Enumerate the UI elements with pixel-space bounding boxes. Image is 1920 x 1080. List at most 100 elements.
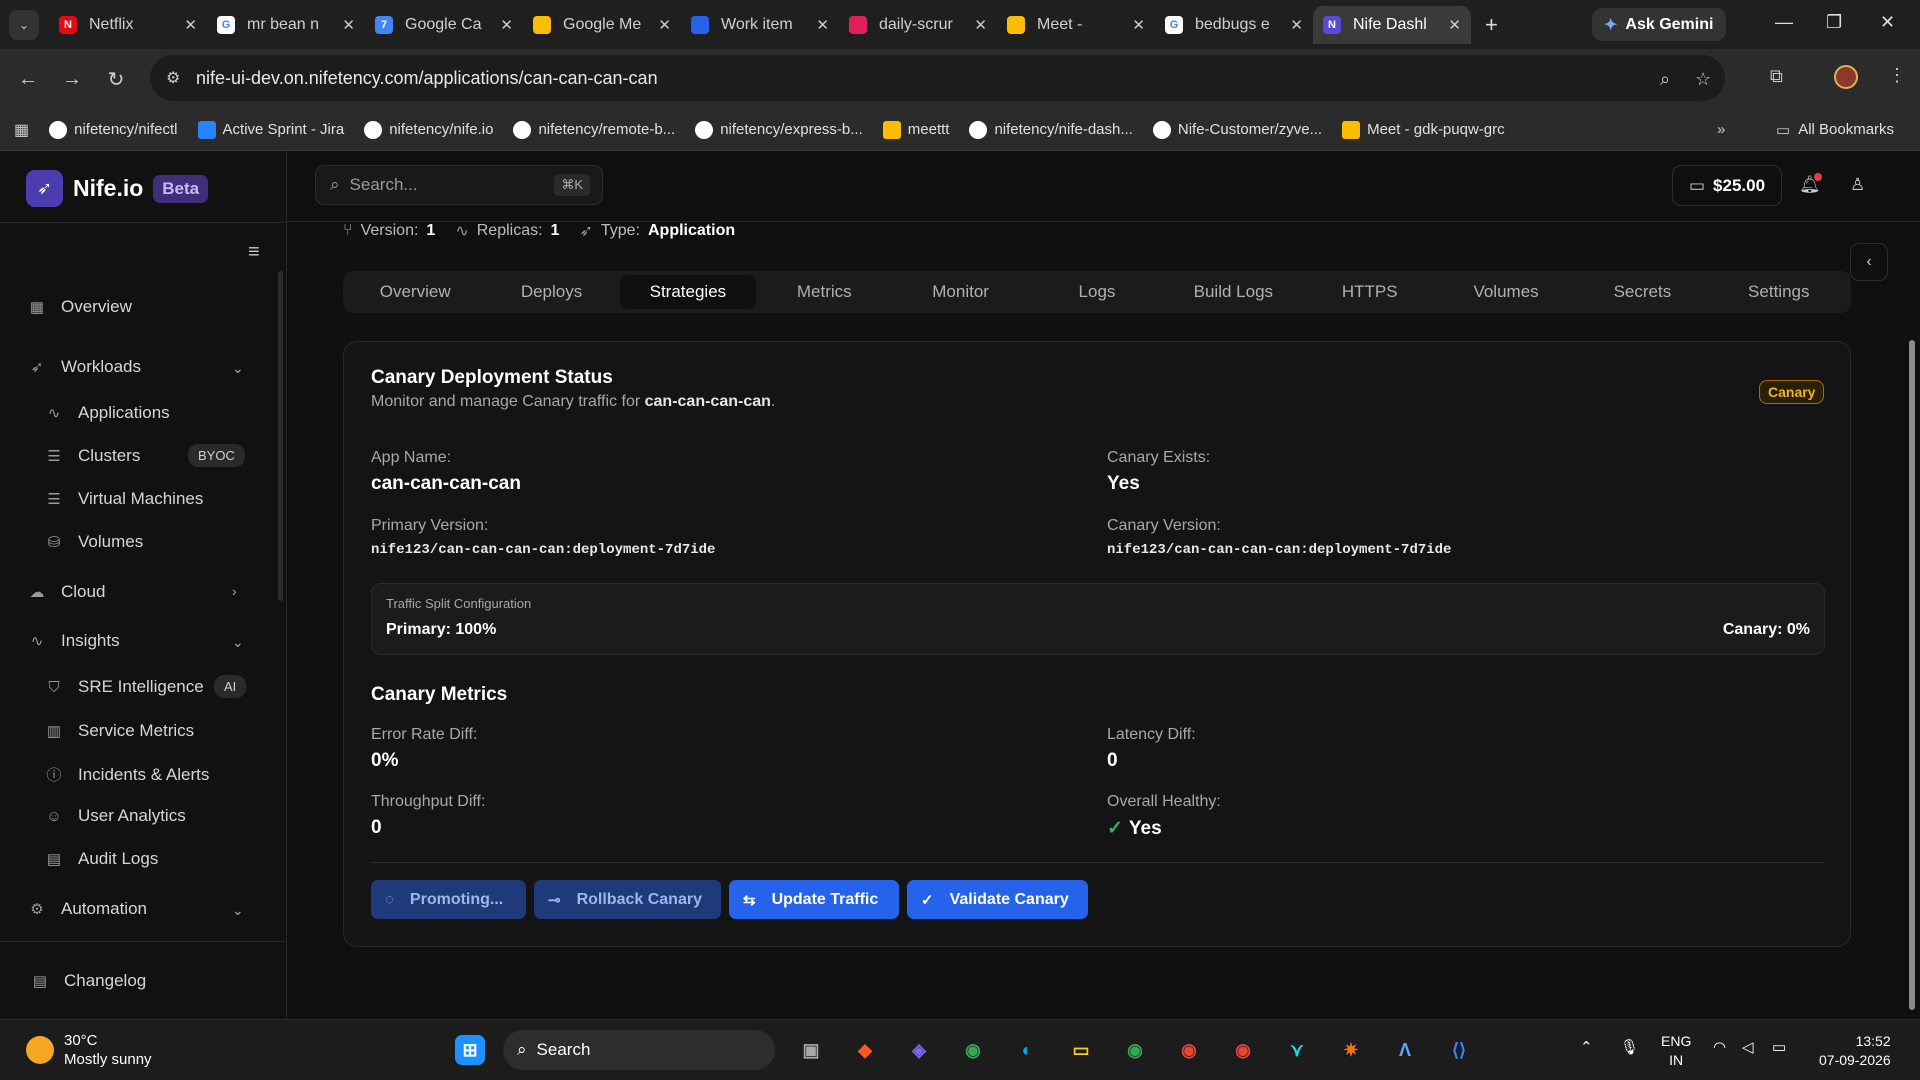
copilot-icon[interactable]: ◈: [901, 1032, 937, 1068]
sidebar-item-applications[interactable]: ∿ Applications: [44, 403, 170, 423]
chrome-icon[interactable]: ◉: [1171, 1032, 1207, 1068]
rollback-canary-button[interactable]: ⊸ Rollback Canary: [534, 880, 721, 919]
chevron-left-icon[interactable]: ‹: [1850, 243, 1888, 281]
extensions-icon[interactable]: ⧉: [1770, 66, 1783, 87]
close-window-icon[interactable]: ✕: [1880, 12, 1895, 33]
task-view-icon[interactable]: ▣: [793, 1032, 829, 1068]
new-tab-icon[interactable]: +: [1485, 12, 1498, 38]
close-tab-icon[interactable]: ✕: [184, 16, 197, 34]
tab-overview[interactable]: Overview: [347, 275, 483, 309]
site-info-icon[interactable]: ⚙: [166, 68, 180, 88]
tab-secrets[interactable]: Secrets: [1574, 275, 1710, 309]
tab-build-logs[interactable]: Build Logs: [1165, 275, 1301, 309]
browser-tab[interactable]: Gbedbugs e ✕: [1155, 6, 1313, 44]
sidebar-item-service-metrics[interactable]: ▥ Service Metrics: [44, 721, 194, 741]
bookmark-item[interactable]: meettt: [882, 120, 949, 139]
hamburger-icon[interactable]: ≡: [248, 241, 260, 264]
browser-tab[interactable]: 7 Google Ca ✕: [365, 6, 523, 44]
ask-gemini-button[interactable]: ✦ Ask Gemini: [1592, 8, 1726, 41]
weather-widget[interactable]: 30°C Mostly sunny: [26, 1031, 152, 1069]
user-icon[interactable]: ♙: [1850, 175, 1865, 195]
close-tab-icon[interactable]: ✕: [500, 16, 513, 34]
tab-deploys[interactable]: Deploys: [483, 275, 619, 309]
browser-tab[interactable]: daily-scrur ✕: [839, 6, 997, 44]
bookmark-item[interactable]: nifetency/remote-b...: [513, 120, 675, 139]
sidebar-group-insights[interactable]: ∿ Insights: [27, 631, 120, 651]
sidebar-item-sre-intelligence[interactable]: ⛉ SRE Intelligence: [44, 677, 203, 697]
taskbar-search[interactable]: ⌕ Search: [503, 1030, 775, 1070]
sidebar-item-user-analytics[interactable]: ☺ User Analytics: [44, 806, 185, 826]
sidebar-item-audit-logs[interactable]: ▤ Audit Logs: [44, 849, 158, 869]
browser-tab[interactable]: Google Me ✕: [523, 6, 681, 44]
sidebar-item-virtual-machines[interactable]: ☰ Virtual Machines: [44, 489, 203, 509]
sidebar-item-clusters[interactable]: ☰ Clusters: [44, 446, 140, 466]
bookmark-item[interactable]: nifetency/nife-dash...: [969, 120, 1133, 139]
file-explorer-icon[interactable]: ▭: [1063, 1032, 1099, 1068]
profile-avatar[interactable]: [1834, 65, 1858, 89]
claude-icon[interactable]: ✷: [1333, 1032, 1369, 1068]
bookmark-item[interactable]: nifetency/nife.io: [364, 120, 493, 139]
sidebar-group-automation[interactable]: ⚙ Automation: [27, 899, 147, 919]
sidebar-item-overview[interactable]: ▦ Overview: [27, 297, 132, 317]
bookmark-item[interactable]: nifetency/express-b...: [695, 120, 863, 139]
chevron-down-icon[interactable]: ⌄: [232, 902, 244, 919]
chevron-up-icon[interactable]: ⌃: [1580, 1038, 1593, 1056]
chrome-icon[interactable]: ◉: [1225, 1032, 1261, 1068]
chevron-right-icon[interactable]: ›: [232, 583, 237, 599]
tab-https[interactable]: HTTPS: [1302, 275, 1438, 309]
browser-tab[interactable]: N Nife Dashl ✕: [1313, 5, 1471, 44]
tab-logs[interactable]: Logs: [1029, 275, 1165, 309]
chevron-down-icon[interactable]: ⌄: [232, 634, 244, 651]
browser-tab[interactable]: Work item ✕: [681, 6, 839, 44]
sidebar-scrollbar[interactable]: [278, 271, 283, 601]
all-bookmarks-button[interactable]: ▭ All Bookmarks: [1776, 121, 1894, 139]
language-indicator[interactable]: ENG IN: [1661, 1032, 1691, 1070]
close-tab-icon[interactable]: ✕: [816, 16, 829, 34]
edge-icon[interactable]: ◐: [1009, 1032, 1045, 1068]
sidebar-item-volumes[interactable]: ⛁ Volumes: [44, 532, 144, 552]
balance-button[interactable]: ▭ $25.00: [1672, 165, 1782, 206]
apps-grid-icon[interactable]: ▦: [14, 120, 29, 140]
search-input[interactable]: ⌕ Search... ⌘K: [315, 165, 603, 205]
microphone-icon[interactable]: 🎙︎: [1620, 1038, 1639, 1056]
wifi-icon[interactable]: ◠: [1713, 1038, 1726, 1056]
tab-volumes[interactable]: Volumes: [1438, 275, 1574, 309]
tab-settings[interactable]: Settings: [1711, 275, 1847, 309]
vscode-icon[interactable]: ⟨⟩: [1441, 1032, 1477, 1068]
close-tab-icon[interactable]: ✕: [1290, 16, 1303, 34]
brand[interactable]: ➶ Nife.io Beta: [26, 170, 209, 207]
sidebar-group-workloads[interactable]: ➶ Workloads: [27, 357, 247, 377]
battery-icon[interactable]: ▭: [1772, 1038, 1786, 1056]
sidebar-item-changelog[interactable]: ▤ Changelog: [30, 971, 146, 991]
app-icon[interactable]: ⋎: [1279, 1032, 1315, 1068]
browser-tab[interactable]: Meet - ✕: [997, 6, 1155, 44]
clock[interactable]: 13:52 07-09-2026: [1819, 1032, 1891, 1070]
bookmark-item[interactable]: nifetency/nifectl: [49, 120, 178, 139]
promoting-button[interactable]: ◌ Promoting...: [371, 880, 526, 919]
tab-search-icon[interactable]: ⌄: [9, 9, 39, 40]
close-tab-icon[interactable]: ✕: [658, 16, 671, 34]
start-icon[interactable]: ⊞: [455, 1035, 485, 1065]
url-input[interactable]: ⚙ nife-ui-dev.on.nifetency.com/applicati…: [150, 55, 1725, 101]
volume-icon[interactable]: ◁: [1742, 1038, 1754, 1056]
bookmark-star-icon[interactable]: ☆: [1695, 69, 1711, 90]
tab-strategies[interactable]: Strategies: [619, 275, 757, 309]
chrome-icon[interactable]: ◉: [955, 1032, 991, 1068]
close-tab-icon[interactable]: ✕: [974, 16, 987, 34]
sidebar-item-incidents[interactable]: ⓘ Incidents & Alerts: [44, 764, 209, 785]
browser-tab[interactable]: N Netflix ✕: [49, 6, 207, 44]
validate-canary-button[interactable]: ✓ Validate Canary: [907, 880, 1088, 919]
app-icon[interactable]: Λ: [1387, 1032, 1423, 1068]
update-traffic-button[interactable]: ⇆ Update Traffic: [729, 880, 899, 919]
browser-tab[interactable]: Gmr bean n ✕: [207, 6, 365, 44]
close-tab-icon[interactable]: ✕: [1448, 16, 1461, 34]
close-tab-icon[interactable]: ✕: [342, 16, 355, 34]
sidebar-group-cloud[interactable]: ☁ Cloud: [27, 582, 106, 602]
bookmark-item[interactable]: Active Sprint - Jira: [197, 120, 344, 139]
scrollbar-thumb[interactable]: [1909, 340, 1915, 1010]
more-bookmarks-icon[interactable]: »: [1717, 121, 1725, 138]
forward-icon[interactable]: →: [50, 68, 94, 91]
restore-icon[interactable]: ❐: [1826, 12, 1842, 33]
tab-monitor[interactable]: Monitor: [892, 275, 1028, 309]
brave-icon[interactable]: ◆: [847, 1032, 883, 1068]
